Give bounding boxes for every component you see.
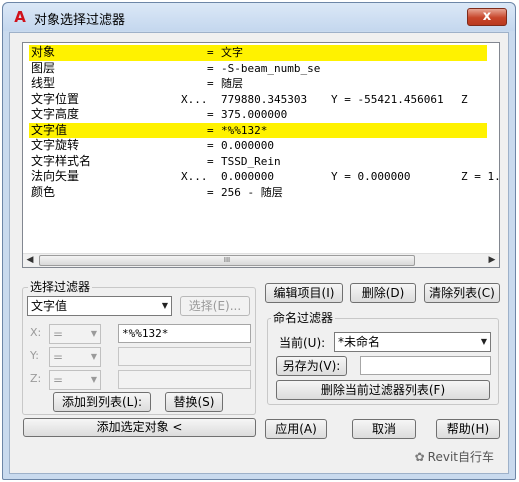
z-value-input[interactable]: [118, 370, 251, 389]
property-v3: Z = 1.000: [461, 170, 499, 183]
current-filter-label: 当前(U):: [279, 336, 326, 350]
property-name: 文字高度: [31, 107, 80, 121]
filter-type-select[interactable]: 文字值 ▼: [27, 296, 172, 316]
y-value-input[interactable]: [118, 347, 251, 366]
property-row[interactable]: 文字位置 X... 779880.345303 Y = -55421.456061 Z: [23, 92, 499, 108]
property-eq: =: [207, 123, 214, 137]
select-filter-label: 选择过滤器: [28, 280, 93, 294]
property-v2: Y = 0.000000: [331, 170, 411, 183]
save-as-button[interactable]: 另存为(V):: [276, 356, 347, 376]
close-button[interactable]: x: [467, 8, 507, 26]
clear-list-button[interactable]: 清除列表(C): [424, 283, 500, 303]
property-eq: =: [207, 46, 214, 59]
current-filter-value: *未命名: [338, 335, 381, 349]
scroll-left-icon[interactable]: ◀: [23, 254, 37, 267]
property-v1: 0.000000: [221, 139, 274, 152]
property-eq: =: [207, 185, 214, 199]
property-name: 线型: [31, 76, 56, 90]
y-operator-value: =: [53, 350, 64, 364]
property-v1: 375.000000: [221, 108, 288, 121]
property-row[interactable]: 文字值 = *%%132*: [23, 122, 499, 139]
dialog-body: 对象 = 文字图层 = -S-beam_numb_se 线型 = 随层文字位置 X... 7798…: [9, 32, 509, 474]
help-button[interactable]: 帮助(H): [436, 419, 500, 439]
property-row[interactable]: 颜色 = 256 - 随层: [23, 185, 499, 201]
add-selected-object-button[interactable]: 添加选定对象 <: [23, 418, 256, 437]
property-v1: 文字: [221, 46, 243, 59]
property-v1: 256 - 随层: [221, 185, 283, 199]
watermark-text: Revit自行车: [427, 450, 494, 464]
property-v1: -S-beam_numb_se: [221, 61, 321, 75]
chevron-down-icon: ▼: [90, 329, 97, 338]
replace-button[interactable]: 替换(S): [165, 392, 223, 412]
property-v2: Y = -55421.456061: [331, 92, 444, 106]
property-eq: =: [207, 61, 214, 75]
dialog-title: 对象选择过滤器: [34, 13, 126, 28]
filter-type-value: 文字值: [31, 299, 68, 313]
scroll-thumb[interactable]: III: [39, 255, 415, 266]
property-prefix: X...: [181, 92, 208, 106]
property-v1: *%%132*: [221, 123, 268, 137]
property-v1: 0.000000: [221, 170, 274, 183]
x-value-input[interactable]: *%%132*: [118, 324, 251, 343]
property-eq: =: [207, 77, 214, 90]
property-name: 文字位置: [31, 91, 80, 106]
property-name: 图层: [31, 60, 56, 75]
property-v1: 779880.345303: [221, 92, 308, 106]
horizontal-scrollbar[interactable]: ◀ III ▶: [23, 253, 499, 267]
title-bar: A 对象选择过滤器 x: [3, 3, 515, 31]
property-row[interactable]: 对象 = 文字: [23, 45, 499, 61]
y-operator-select[interactable]: = ▼: [49, 347, 101, 367]
chevron-down-icon: ▼: [480, 337, 487, 346]
property-v1: 随层: [221, 77, 243, 90]
y-axis-label: Y:: [30, 349, 39, 362]
property-row[interactable]: 文字高度 = 375.000000: [23, 107, 499, 123]
property-v3: Z: [461, 92, 468, 106]
property-eq: =: [207, 154, 214, 168]
edit-item-button[interactable]: 编辑项目(I): [265, 283, 343, 303]
app-logo-icon: A: [14, 8, 26, 26]
property-rows: 对象 = 文字图层 = -S-beam_numb_se 线型 = 随层文字位置 X... 7798…: [23, 45, 499, 253]
delete-current-filter-button[interactable]: 删除当前过滤器列表(F): [276, 380, 490, 400]
z-operator-select[interactable]: = ▼: [49, 370, 101, 390]
property-prefix: X...: [181, 170, 208, 183]
named-filter-label: 命名过滤器: [271, 311, 336, 325]
property-name: 文字样式名: [31, 153, 92, 168]
filter-dialog: A 对象选择过滤器 x 对象 = 文字图层 = -S-beam_numb_se 线型 = 随层…: [2, 2, 516, 480]
property-name: 颜色: [31, 184, 56, 199]
filter-property-list[interactable]: 对象 = 文字图层 = -S-beam_numb_se 线型 = 随层文字位置 X... 7798…: [22, 42, 500, 268]
property-v1: TSSD_Rein: [221, 154, 281, 168]
cancel-button[interactable]: 取消: [352, 419, 416, 439]
property-name: 法向矢量: [31, 169, 80, 183]
select-button[interactable]: 选择(E)...: [180, 296, 250, 316]
property-name: 对象: [31, 45, 56, 59]
apply-button[interactable]: 应用(A): [265, 419, 327, 439]
property-eq: =: [207, 139, 214, 152]
property-row[interactable]: 文字样式名 = TSSD_Rein: [23, 154, 499, 170]
property-row[interactable]: 图层 = -S-beam_numb_se: [23, 61, 499, 77]
scroll-right-icon[interactable]: ▶: [485, 254, 499, 267]
watermark: ✿ Revit自行车: [415, 448, 494, 465]
property-name: 文字值: [31, 122, 68, 137]
wechat-icon: ✿: [414, 450, 425, 464]
property-row[interactable]: 线型 = 随层: [23, 76, 499, 92]
x-axis-label: X:: [30, 326, 42, 339]
z-operator-value: =: [53, 373, 64, 387]
chevron-down-icon: ▼: [90, 352, 97, 361]
z-axis-label: Z:: [30, 372, 42, 385]
property-row[interactable]: 文字旋转 = 0.000000: [23, 138, 499, 154]
add-to-list-button[interactable]: 添加到列表(L):: [53, 392, 151, 412]
delete-button[interactable]: 删除(D): [350, 283, 416, 303]
property-eq: =: [207, 108, 214, 121]
x-operator-select[interactable]: = ▼: [49, 324, 101, 344]
property-row[interactable]: 法向矢量 X... 0.000000 Y = 0.000000 Z = 1.000: [23, 169, 499, 185]
property-name: 文字旋转: [31, 138, 80, 152]
x-operator-value: =: [53, 327, 64, 341]
chevron-down-icon: ▼: [161, 301, 168, 310]
current-filter-select[interactable]: *未命名 ▼: [334, 332, 491, 352]
save-as-name-input[interactable]: [360, 356, 491, 375]
chevron-down-icon: ▼: [90, 375, 97, 384]
